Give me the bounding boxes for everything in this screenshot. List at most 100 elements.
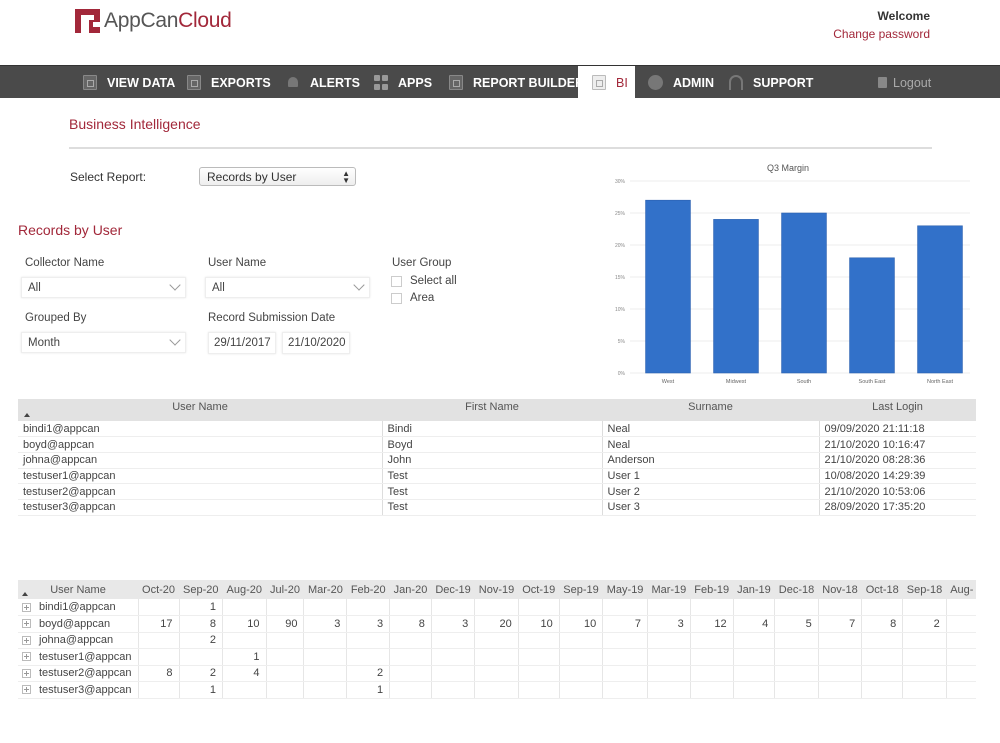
user-group-option-select-all[interactable]: Select all xyxy=(391,275,457,287)
pivot-header-month[interactable]: May-19 xyxy=(602,580,648,599)
user-group-label: User Group xyxy=(392,257,452,269)
expand-icon[interactable] xyxy=(22,635,31,645)
cell-user-name: bindi1@appcan xyxy=(18,421,382,438)
pivot-header-month[interactable]: Aug-20 xyxy=(222,580,266,599)
column-header-user-name[interactable]: User Name xyxy=(18,399,382,421)
change-password-link[interactable]: Change password xyxy=(833,27,930,41)
pivot-header-month[interactable]: Mar-19 xyxy=(647,580,691,599)
expand-icon[interactable] xyxy=(22,619,31,629)
nav-label: BI xyxy=(616,75,628,90)
expand-icon[interactable] xyxy=(22,668,31,678)
nav-exports[interactable]: EXPORTS xyxy=(187,66,271,99)
bar-west[interactable] xyxy=(645,199,691,374)
pivot-header-month[interactable]: Sep-18 xyxy=(902,580,947,599)
date-to-input[interactable]: 21/10/2020 xyxy=(282,332,350,354)
logo[interactable]: AppCanCloud xyxy=(75,9,232,33)
bar-south[interactable] xyxy=(781,212,827,374)
checkbox[interactable] xyxy=(391,292,402,304)
nav-admin[interactable]: ADMIN xyxy=(648,66,714,99)
bar-south-east[interactable] xyxy=(849,257,895,374)
table-row[interactable]: bindi1@appcan Bindi Neal 09/09/2020 21:11:1… xyxy=(18,421,976,438)
select-arrows-icon: ▲ ▼ xyxy=(342,169,350,185)
logo-icon xyxy=(75,9,100,33)
export-icon xyxy=(187,75,201,90)
pivot-cell-count xyxy=(346,648,391,666)
cell-last-login: 09/09/2020 21:11:18 xyxy=(818,421,976,438)
nav-apps[interactable]: APPS xyxy=(374,66,432,99)
pivot-header-month[interactable]: Dec-18 xyxy=(774,580,819,599)
pivot-cell-count xyxy=(690,665,734,682)
nav-report-builder[interactable]: REPORT BUILDER xyxy=(449,66,584,99)
bar-north-east[interactable] xyxy=(917,225,963,374)
pivot-header-month[interactable]: Feb-19 xyxy=(690,580,734,599)
pivot-header-month[interactable]: Mar-20 xyxy=(303,580,347,599)
pivot-header-month[interactable]: Oct-20 xyxy=(138,580,180,599)
pivot-header-month[interactable]: Jan-20 xyxy=(389,580,432,599)
nav-bi[interactable]: BI xyxy=(578,66,635,99)
user-label: boyd@appcan xyxy=(39,617,111,630)
pivot-header-month[interactable]: Oct-19 xyxy=(518,580,560,599)
pivot-cell-count: 1 xyxy=(179,599,224,616)
pivot-header-month[interactable]: Sep-19 xyxy=(559,580,603,599)
pivot-header-month[interactable]: Feb-20 xyxy=(346,580,390,599)
pivot-cell-count xyxy=(774,599,819,616)
expand-icon[interactable] xyxy=(22,652,31,662)
column-header-first-name[interactable]: First Name xyxy=(382,399,602,421)
pivot-header-month[interactable]: Aug- xyxy=(946,580,976,599)
pivot-cell-count: 1 xyxy=(346,681,391,699)
pivot-header-month[interactable]: Jul-20 xyxy=(266,580,304,599)
table-row[interactable]: testuser3@appcan Test User 3 28/09/2020 17:… xyxy=(18,499,976,516)
pivot-header-month[interactable]: Nov-18 xyxy=(818,580,862,599)
date-from-input[interactable]: 29/11/2017 xyxy=(208,332,276,354)
pivot-header-month[interactable]: Jan-19 xyxy=(733,580,775,599)
pivot-cell-count xyxy=(346,632,391,649)
pivot-cell-count xyxy=(559,681,604,699)
bar-midwest[interactable] xyxy=(713,219,759,374)
pivot-cell-count xyxy=(902,648,947,666)
x-tick-label: South East xyxy=(859,379,886,385)
pivot-header-month[interactable]: Sep-20 xyxy=(179,580,223,599)
chevron-down-icon xyxy=(169,279,181,291)
header-label: User Name xyxy=(172,401,228,413)
sort-ascending-icon[interactable] xyxy=(24,413,30,417)
expand-icon[interactable] xyxy=(22,685,31,695)
y-tick-label: 15% xyxy=(615,275,626,281)
column-header-surname[interactable]: Surname xyxy=(602,399,819,421)
user-label: testuser1@appcan xyxy=(39,650,132,663)
pivot-cell-count xyxy=(602,648,648,666)
pivot-table-container[interactable]: User Name Oct-20 Sep-20 Aug-20 Jul-20 Mar-20 F… xyxy=(18,580,976,699)
table-row[interactable]: testuser1@appcan Test User 1 10/08/2020 14:… xyxy=(18,468,976,485)
user-name-dropdown[interactable]: All xyxy=(205,277,370,298)
table-row[interactable]: boyd@appcan Boyd Neal 21/10/2020 10:16:47 xyxy=(18,436,976,453)
pivot-cell-count xyxy=(222,681,267,699)
pivot-cell-count xyxy=(861,599,904,616)
y-tick-label: 20% xyxy=(615,243,626,249)
pivot-cell-count xyxy=(818,599,863,616)
report-select[interactable]: Records by User ▲ ▼ xyxy=(199,167,356,186)
table-row[interactable]: testuser2@appcan Test User 2 21/10/2020 10:… xyxy=(18,483,976,500)
pivot-header-user-name[interactable]: User Name xyxy=(18,580,139,599)
nav-label: EXPORTS xyxy=(211,75,271,90)
pivot-header-month[interactable]: Dec-19 xyxy=(431,580,475,599)
collector-name-dropdown[interactable]: All xyxy=(21,277,186,298)
grouped-by-label: Grouped By xyxy=(25,312,87,324)
y-tick-label: 25% xyxy=(615,211,626,217)
column-header-last-login[interactable]: Last Login xyxy=(819,399,976,421)
nav-view-data[interactable]: VIEW DATA xyxy=(83,66,175,99)
logout-button[interactable]: Logout xyxy=(878,66,931,99)
user-group-option-area[interactable]: Area xyxy=(391,292,434,304)
grouped-by-dropdown[interactable]: Month xyxy=(21,332,186,353)
pivot-cell-count xyxy=(774,648,819,666)
nav-alerts[interactable]: ALERTS xyxy=(286,66,360,99)
pivot-header-month[interactable]: Nov-19 xyxy=(474,580,519,599)
checkbox[interactable] xyxy=(391,275,402,287)
pivot-header-month[interactable]: Oct-18 xyxy=(861,580,903,599)
expand-icon[interactable] xyxy=(22,602,31,612)
table-row[interactable]: johna@appcan John Anderson 21/10/2020 08:28… xyxy=(18,452,976,469)
pivot-cell-count xyxy=(303,599,348,616)
sort-ascending-icon[interactable] xyxy=(22,592,28,596)
pivot-cell-count xyxy=(861,665,904,682)
pivot-row: boyd@appcan 17 8 10 90 3 3 8 3 20 10 10 7 3 12 4 5 7 8 2 xyxy=(18,615,976,633)
nav-support[interactable]: SUPPORT xyxy=(729,66,813,99)
header-label: First Name xyxy=(465,401,519,413)
